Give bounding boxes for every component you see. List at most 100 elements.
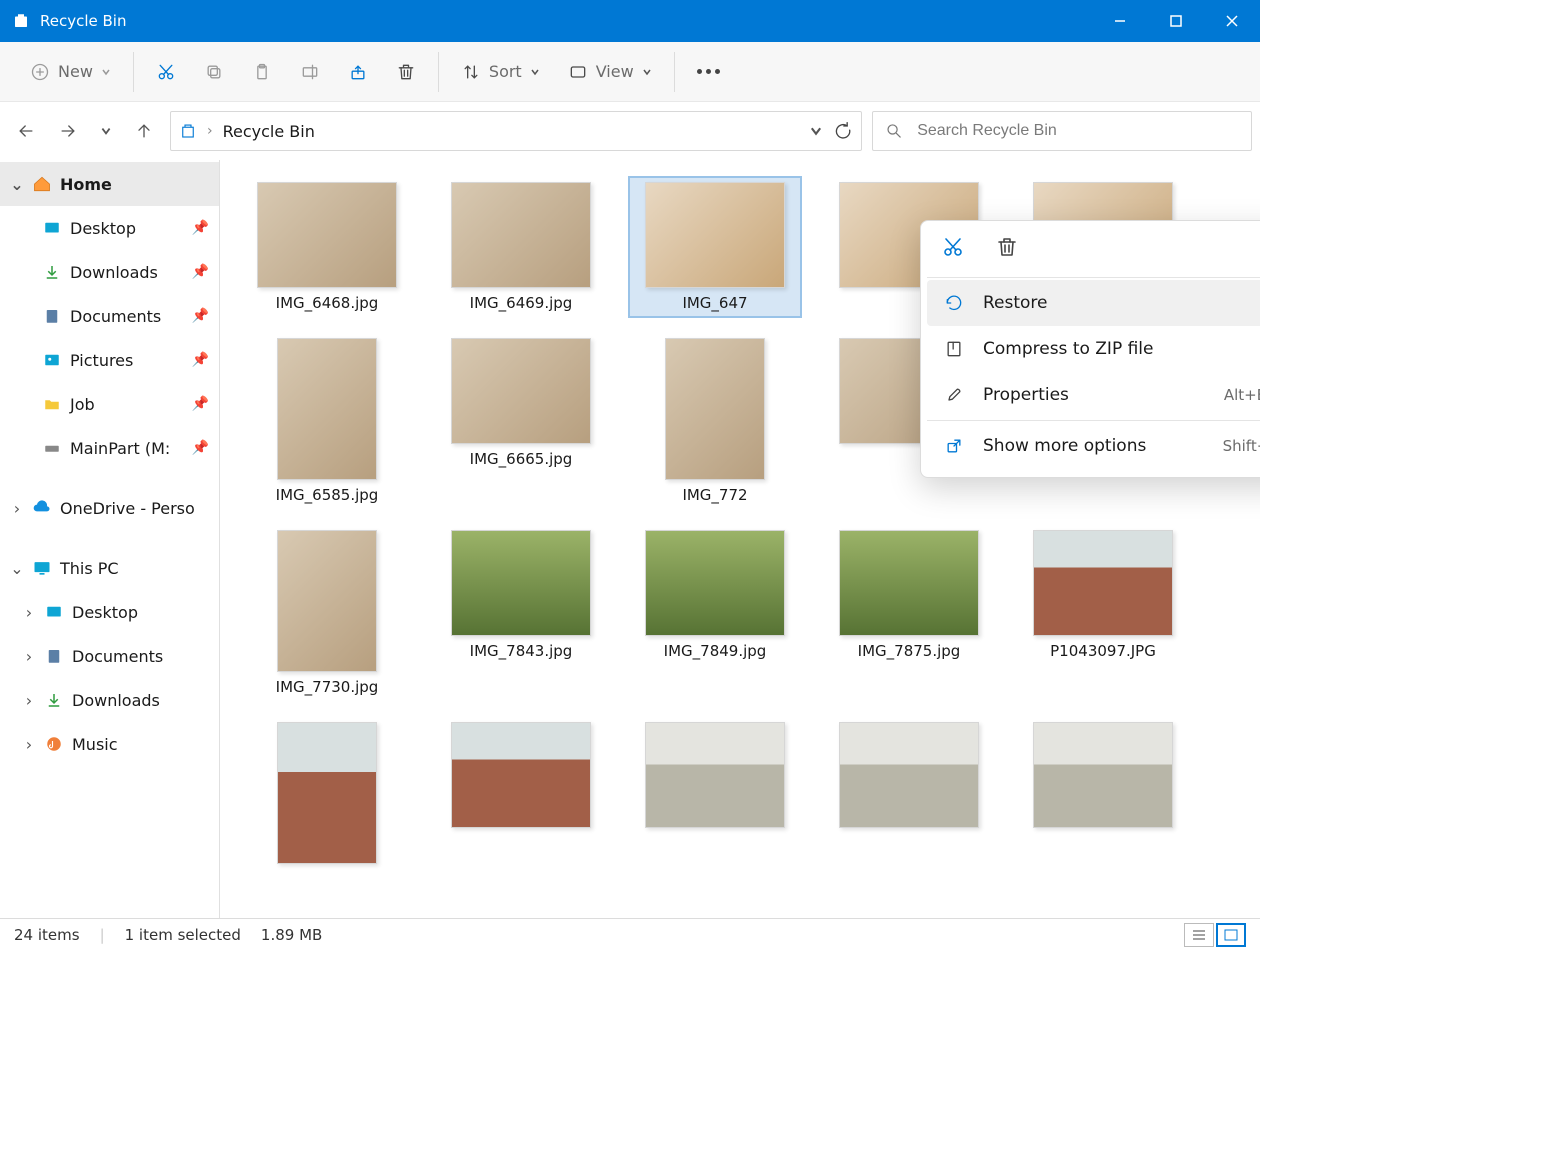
sidebar-item-pc-desktop[interactable]: › Desktop [0, 590, 219, 634]
up-button[interactable] [134, 121, 154, 141]
chevron-right-icon[interactable]: › [10, 499, 24, 518]
sidebar-item-onedrive[interactable]: › OneDrive - Perso [0, 486, 219, 530]
recent-locations-button[interactable] [100, 125, 112, 137]
close-button[interactable] [1204, 0, 1260, 42]
file-thumb[interactable] [1018, 718, 1188, 874]
pin-icon[interactable]: 📌 [192, 440, 209, 456]
shortcut-hint: Shift+F10 [1223, 437, 1260, 455]
file-thumb[interactable]: IMG_772 [630, 334, 800, 508]
sidebar-item-pictures[interactable]: Pictures 📌 [0, 338, 219, 382]
context-item-restore[interactable]: Restore [927, 280, 1260, 326]
delete-button[interactable] [382, 54, 430, 90]
chevron-right-icon[interactable]: › [22, 735, 36, 754]
zip-icon [943, 339, 965, 359]
sidebar: ⌄ Home Desktop 📌 Downloads 📌 Documents 📌… [0, 160, 220, 918]
forward-button[interactable] [58, 121, 78, 141]
sidebar-item-pc-music[interactable]: › Music [0, 722, 219, 766]
pin-icon[interactable]: 📌 [192, 352, 209, 368]
address-dropdown[interactable] [809, 124, 823, 138]
maximize-button[interactable] [1148, 0, 1204, 42]
chevron-right-icon[interactable]: › [22, 647, 36, 666]
main-area: ⌄ Home Desktop 📌 Downloads 📌 Documents 📌… [0, 160, 1260, 918]
copy-button[interactable] [190, 54, 238, 90]
paste-button[interactable] [238, 54, 286, 90]
file-name: IMG_647 [682, 294, 747, 312]
pin-icon[interactable]: 📌 [192, 264, 209, 280]
minimize-button[interactable] [1092, 0, 1148, 42]
thumbnail-image [277, 530, 377, 672]
sidebar-item-pc-documents[interactable]: › Documents [0, 634, 219, 678]
thumbnail-image [645, 722, 785, 828]
context-item-properties[interactable]: Properties Alt+Enter [927, 372, 1260, 418]
chevron-right-icon[interactable]: › [22, 603, 36, 622]
separator [927, 277, 1260, 278]
separator [133, 52, 134, 92]
file-thumb[interactable]: IMG_7730.jpg [242, 526, 412, 700]
search-box[interactable] [872, 111, 1252, 151]
sidebar-item-home[interactable]: ⌄ Home [0, 162, 219, 206]
file-thumb[interactable]: IMG_647 [630, 178, 800, 316]
thumbnail-image [1033, 530, 1173, 636]
chevron-down-icon[interactable]: ⌄ [10, 559, 24, 578]
back-button[interactable] [16, 121, 36, 141]
file-thumb[interactable]: IMG_7875.jpg [824, 526, 994, 700]
sidebar-label: Documents [72, 647, 163, 666]
sidebar-item-pc-downloads[interactable]: › Downloads [0, 678, 219, 722]
file-thumb[interactable] [824, 718, 994, 874]
home-icon [32, 174, 52, 194]
file-thumb[interactable] [436, 718, 606, 874]
thumbnails-view-button[interactable] [1216, 923, 1246, 947]
file-thumb[interactable]: IMG_6469.jpg [436, 178, 606, 316]
delete-button[interactable] [995, 235, 1019, 263]
cloud-icon [32, 498, 52, 518]
chevron-right-icon: › [207, 123, 213, 139]
file-thumb[interactable]: IMG_7843.jpg [436, 526, 606, 700]
sidebar-item-downloads[interactable]: Downloads 📌 [0, 250, 219, 294]
sidebar-item-thispc[interactable]: ⌄ This PC [0, 546, 219, 590]
download-icon [42, 262, 62, 282]
more-button[interactable] [683, 63, 734, 80]
sidebar-label: This PC [60, 559, 119, 578]
file-thumb[interactable] [242, 718, 412, 874]
sidebar-item-job[interactable]: Job 📌 [0, 382, 219, 426]
chevron-down-icon [101, 67, 111, 77]
search-input[interactable] [917, 122, 1239, 140]
share-button[interactable] [334, 54, 382, 90]
new-label: New [58, 62, 93, 81]
separator [674, 52, 675, 92]
address-bar[interactable]: › Recycle Bin [170, 111, 862, 151]
sidebar-item-desktop[interactable]: Desktop 📌 [0, 206, 219, 250]
drive-icon [42, 438, 62, 458]
pin-icon[interactable]: 📌 [192, 308, 209, 324]
thumbnail-image [839, 722, 979, 828]
new-button[interactable]: New [16, 56, 125, 88]
file-thumb[interactable] [630, 718, 800, 874]
chevron-down-icon [530, 67, 540, 77]
file-thumb[interactable]: IMG_6585.jpg [242, 334, 412, 508]
sidebar-label: MainPart (M: [70, 439, 170, 458]
pin-icon[interactable]: 📌 [192, 220, 209, 236]
window-controls [1092, 0, 1260, 42]
file-thumb[interactable]: IMG_7849.jpg [630, 526, 800, 700]
breadcrumb[interactable]: Recycle Bin [223, 122, 315, 141]
thumbnail-image [451, 530, 591, 636]
sort-button[interactable]: Sort [447, 56, 554, 88]
file-thumb[interactable]: IMG_6665.jpg [436, 334, 606, 508]
file-thumb[interactable]: P1043097.JPG [1018, 526, 1188, 700]
details-view-button[interactable] [1184, 923, 1214, 947]
chevron-right-icon[interactable]: › [22, 691, 36, 710]
context-item-more[interactable]: Show more options Shift+F10 [927, 423, 1260, 469]
context-item-compress[interactable]: Compress to ZIP file [927, 326, 1260, 372]
rename-button[interactable] [286, 54, 334, 90]
cut-button[interactable] [941, 235, 965, 263]
refresh-button[interactable] [833, 121, 853, 141]
cut-button[interactable] [142, 54, 190, 90]
file-thumb[interactable]: IMG_6468.jpg [242, 178, 412, 316]
sidebar-item-documents[interactable]: Documents 📌 [0, 294, 219, 338]
pin-icon[interactable]: 📌 [192, 396, 209, 412]
view-button[interactable]: View [554, 56, 666, 88]
recycle-bin-icon [12, 12, 30, 30]
sort-label: Sort [489, 62, 522, 81]
sidebar-item-mainpart[interactable]: MainPart (M: 📌 [0, 426, 219, 470]
chevron-down-icon[interactable]: ⌄ [10, 175, 24, 194]
